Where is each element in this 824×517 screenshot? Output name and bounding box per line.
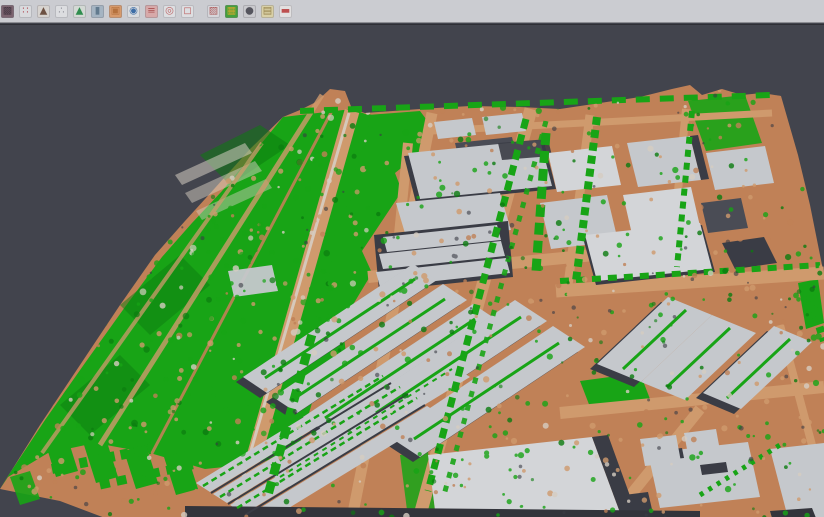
texture-map-icon[interactable]: ▤ bbox=[261, 5, 274, 18]
crop-bounds-icon-glyph: ▨ bbox=[209, 4, 218, 17]
classification-map-icon[interactable]: ▦ bbox=[225, 5, 238, 18]
dem-surface-icon-glyph: ▲ bbox=[76, 4, 84, 17]
classification-map-icon-glyph: ▦ bbox=[227, 4, 236, 17]
annotations-icon[interactable]: ≡ bbox=[145, 5, 158, 18]
target-circle-icon[interactable]: ◎ bbox=[163, 5, 176, 18]
toolbar: ▩ ∷ ▲ ∴ ▲ ▮ ▣ ◉ ≡ ◎ ◻ ▨ ▦ ● ▤ ▬ bbox=[0, 0, 824, 23]
texture-map-icon-glyph: ▤ bbox=[263, 4, 272, 17]
toolbar-icons: ▩ ∷ ▲ ∴ ▲ ▮ ▣ ◉ ≡ ◎ ◻ ▨ ▦ ● ▤ ▬ bbox=[1, 5, 297, 18]
target-circle-icon-glyph: ◎ bbox=[165, 4, 174, 17]
globe-icon-glyph: ◉ bbox=[129, 4, 138, 17]
report-icon[interactable]: ▬ bbox=[279, 5, 292, 18]
tr3-roof bbox=[706, 146, 774, 190]
fit-region-icon[interactable]: ◻ bbox=[181, 5, 194, 18]
application-window: ▩ ∷ ▲ ∴ ▲ ▮ ▣ ◉ ≡ ◎ ◻ ▨ ▦ ● ▤ ▬ bbox=[0, 0, 824, 517]
fit-region-icon-glyph: ◻ bbox=[183, 4, 191, 17]
dark-sphere-icon[interactable]: ● bbox=[243, 5, 256, 18]
point-cloud-icon-glyph: ∴ bbox=[58, 4, 64, 17]
project-thumbnail-icon[interactable]: ▩ bbox=[1, 5, 14, 18]
tr6-dark bbox=[701, 198, 748, 233]
globe-icon[interactable]: ◉ bbox=[127, 5, 140, 18]
annotations-icon-glyph: ≡ bbox=[147, 4, 155, 17]
project-thumbnail-icon-glyph: ▩ bbox=[3, 4, 12, 17]
dem-surface-icon[interactable]: ▲ bbox=[73, 5, 86, 18]
d4a-roof bbox=[640, 435, 681, 466]
d4b-roof bbox=[684, 429, 721, 460]
point-cloud-icon[interactable]: ∴ bbox=[55, 5, 68, 18]
terrain-mesh-icon-glyph: ▲ bbox=[40, 4, 48, 17]
scene-svg[interactable] bbox=[0, 25, 824, 517]
report-icon-glyph: ▬ bbox=[281, 4, 290, 17]
marker-points-icon[interactable]: ∷ bbox=[19, 5, 32, 18]
terrain-mesh-icon[interactable]: ▲ bbox=[37, 5, 50, 18]
orthophoto-icon[interactable]: ▣ bbox=[109, 5, 122, 18]
histogram-icon-glyph: ▮ bbox=[95, 4, 101, 17]
dark-sphere-icon-glyph: ● bbox=[245, 4, 254, 17]
orthophoto-icon-glyph: ▣ bbox=[111, 4, 120, 17]
crop-bounds-icon[interactable]: ▨ bbox=[207, 5, 220, 18]
viewport-3d[interactable] bbox=[0, 24, 824, 517]
histogram-icon[interactable]: ▮ bbox=[91, 5, 104, 18]
marker-points-icon-glyph: ∷ bbox=[22, 4, 28, 17]
